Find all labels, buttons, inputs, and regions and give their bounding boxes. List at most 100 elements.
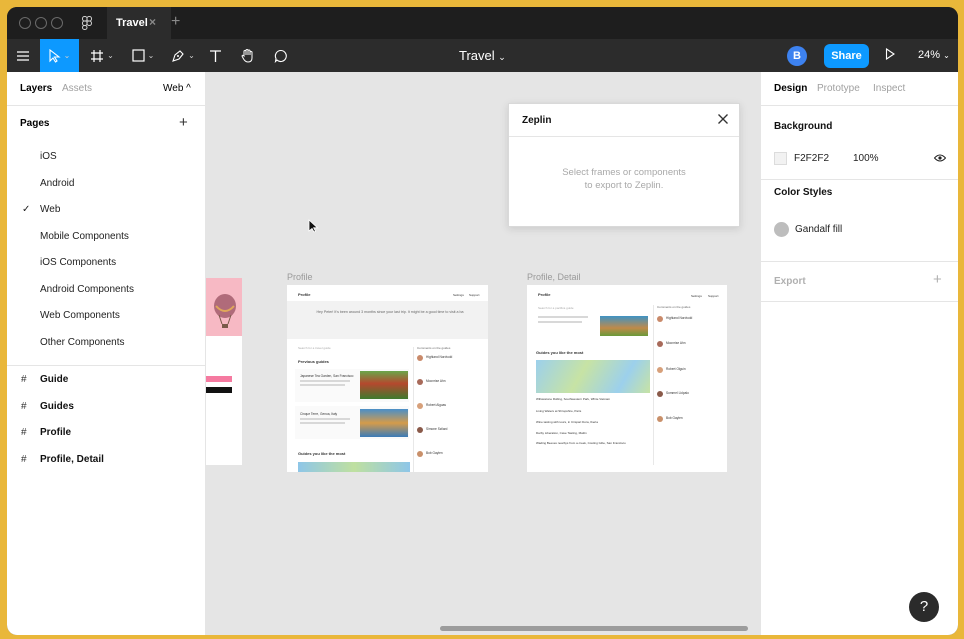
pen-icon [172, 49, 184, 62]
export-title: Export [774, 276, 806, 287]
layer-guide[interactable]: # Guide [21, 374, 68, 385]
mini-guide-title: Japanese Tea Garden, San Francisco [300, 374, 354, 378]
mini-avatar [417, 355, 423, 361]
frame-label-profile[interactable]: Profile [287, 272, 313, 282]
mini-guide-image [600, 316, 648, 336]
mini-row: Willowstone Rolling, Southwestern Park, … [536, 397, 611, 401]
close-window-dot[interactable] [19, 17, 31, 29]
mini-person: Moonrise Ahn [426, 379, 446, 383]
mini-map [298, 462, 410, 472]
move-tool-button[interactable]: ⌄ [40, 39, 79, 72]
present-play-icon[interactable] [885, 48, 895, 60]
user-avatar[interactable]: B [787, 46, 807, 66]
zoom-window-dot[interactable] [51, 17, 63, 29]
minimize-window-dot[interactable] [35, 17, 47, 29]
layer-label: Profile, Detail [40, 454, 104, 465]
page-item-mobile-components[interactable]: Mobile Components [40, 231, 129, 242]
mini-person: Moonrise Ahn [666, 341, 686, 345]
panel-divider [7, 365, 206, 366]
layer-profile-detail[interactable]: # Profile, Detail [21, 454, 104, 465]
file-name-menu[interactable]: Travel ⌄ [459, 48, 506, 63]
page-item-android[interactable]: Android [40, 178, 74, 189]
mini-comments-header: Comments on the guides [417, 346, 451, 350]
layer-guides[interactable]: # Guides [21, 401, 74, 412]
pen-tool-button[interactable]: ⌄ [166, 39, 200, 72]
text-tool-button[interactable] [205, 39, 225, 72]
layer-label: Profile [40, 427, 72, 438]
close-tab-icon[interactable]: × [149, 15, 156, 29]
chevron-down-icon: ⌄ [107, 51, 114, 60]
mini-person: Bob Gaylen [666, 416, 683, 420]
mini-guide-title: Cinque Terre, Genoa, Italy [300, 412, 338, 416]
mini-previous-guides: Previous guides [298, 359, 329, 364]
add-export-icon[interactable]: + [933, 271, 942, 288]
page-selector[interactable]: Web ^ [163, 83, 191, 94]
frame-tool-button[interactable]: ⌄ [85, 39, 119, 72]
profile-frame[interactable]: Profile Settings Support Hey Peter! It's… [287, 285, 488, 472]
mini-row: Living Waters at Shropshire, Paris [536, 409, 582, 413]
tab-assets[interactable]: Assets [62, 83, 92, 94]
new-tab-icon[interactable]: + [171, 13, 180, 31]
help-button[interactable]: ? [909, 592, 939, 622]
mini-guides-like: Guides you like the most [536, 350, 584, 355]
frame-label-profile-detail[interactable]: Profile, Detail [527, 272, 581, 282]
horizontal-scrollbar[interactable] [440, 626, 748, 631]
main-menu-button[interactable] [7, 39, 39, 72]
mini-avatar [417, 427, 423, 433]
tab-inspect[interactable]: Inspect [873, 83, 905, 94]
mini-avatar [657, 367, 663, 373]
hand-tool-button[interactable] [237, 39, 259, 72]
toolbar: ⌄ ⌄ ⌄ ⌄ Travel ⌄ B Share 24% ⌄ [7, 39, 958, 72]
shape-tool-button[interactable]: ⌄ [126, 39, 160, 72]
mini-avatar [657, 341, 663, 347]
figma-logo-icon[interactable] [82, 16, 92, 30]
background-swatch[interactable] [774, 152, 787, 165]
close-icon[interactable] [717, 113, 729, 125]
chevron-down-icon: ⌄ [498, 52, 506, 62]
mini-guide-image [360, 409, 408, 437]
mini-person: Highland Nordvold [426, 355, 453, 359]
mini-text-line [538, 321, 582, 323]
tab-layers[interactable]: Layers [20, 83, 52, 94]
color-style-swatch[interactable] [774, 222, 789, 237]
mini-avatar [657, 416, 663, 422]
canvas[interactable]: Profile Profile Settings Support Hey Pet… [206, 72, 760, 635]
page-item-android-components[interactable]: Android Components [40, 284, 134, 295]
check-icon: ✓ [22, 204, 31, 215]
page-item-other-components[interactable]: Other Components [40, 337, 125, 348]
zeplin-message-line: Select frames or components [562, 167, 686, 178]
comment-tool-button[interactable] [270, 39, 292, 72]
page-item-web[interactable]: Web [40, 204, 60, 215]
hamburger-icon [17, 50, 29, 61]
guide-frame[interactable] [206, 278, 242, 465]
file-tab[interactable]: Travel × [107, 7, 171, 39]
chevron-down-icon: ⌄ [147, 51, 155, 60]
background-opacity-input[interactable]: 100% [853, 153, 879, 164]
page-item-ios-components[interactable]: iOS Components [40, 257, 116, 268]
tab-design[interactable]: Design [774, 83, 807, 94]
background-hex-input[interactable]: F2F2F2 [794, 153, 829, 164]
profile-detail-frame[interactable]: Profile Settings Support Search for a pa… [527, 285, 727, 472]
eye-icon[interactable] [934, 154, 946, 162]
comment-bubble-icon [274, 49, 287, 63]
share-button[interactable]: Share [824, 44, 869, 68]
frame-hash-icon: # [21, 374, 27, 385]
left-panel-tabs: Layers Assets Web ^ [7, 72, 205, 106]
rectangle-icon [132, 49, 145, 62]
right-panel-tabs: Design Prototype Inspect [761, 72, 958, 106]
zeplin-message: Select frames or components to export to… [509, 166, 739, 192]
text-t-icon [209, 49, 221, 62]
color-style-name[interactable]: Gandalf fill [795, 224, 842, 235]
panel-divider [761, 301, 958, 302]
mini-banner [287, 301, 488, 339]
zoom-menu[interactable]: 24% ⌄ [918, 49, 950, 61]
tab-prototype[interactable]: Prototype [817, 83, 860, 94]
mini-row: Darby Liberation, Cave Tasting, Matlin [536, 431, 587, 435]
page-item-web-components[interactable]: Web Components [40, 310, 120, 321]
frame-hash-icon [91, 49, 104, 62]
layer-profile[interactable]: # Profile [21, 427, 71, 438]
add-page-icon[interactable]: + [179, 114, 188, 131]
page-item-ios[interactable]: iOS [40, 151, 57, 162]
pages-header: Pages [20, 118, 50, 129]
mini-avatar [657, 316, 663, 322]
